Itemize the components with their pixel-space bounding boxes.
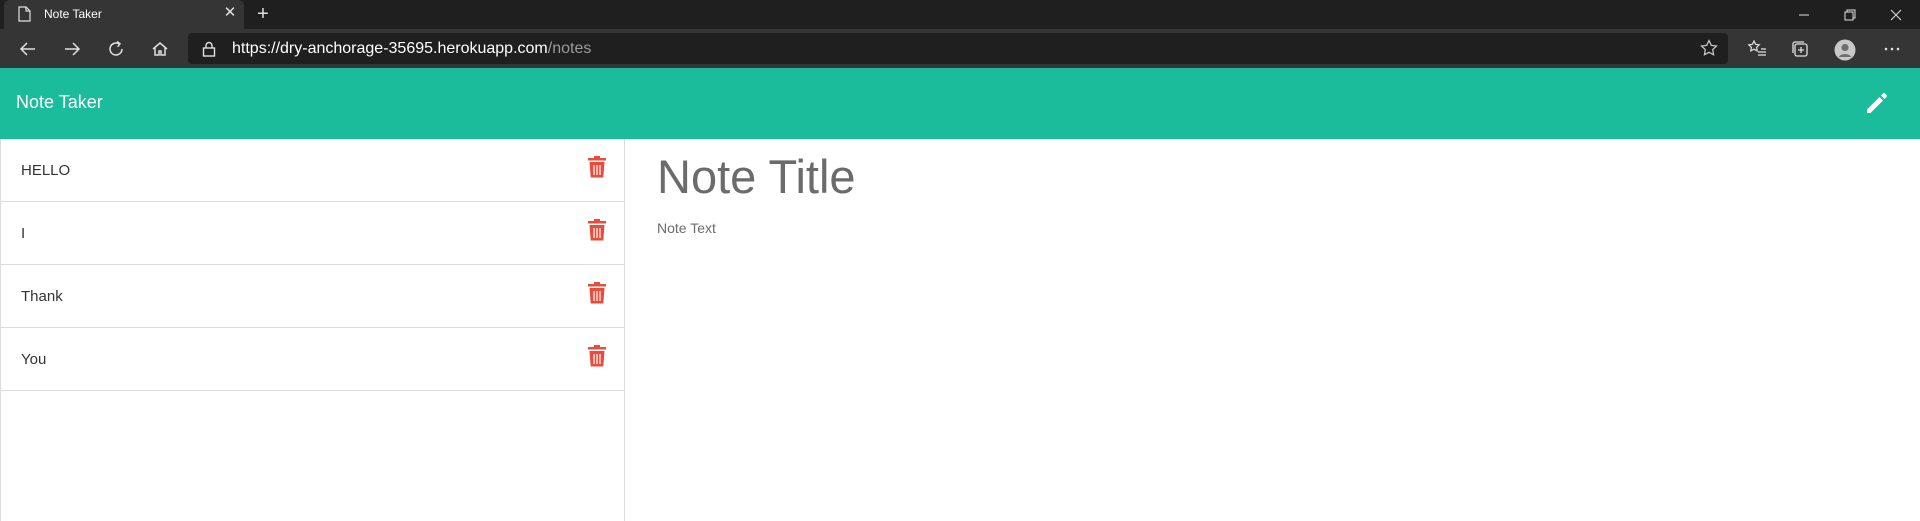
refresh-icon[interactable]	[104, 37, 128, 61]
home-icon[interactable]	[148, 37, 172, 61]
note-title-input[interactable]	[657, 149, 1857, 204]
more-options-icon[interactable]	[1880, 37, 1904, 61]
address-bar[interactable]: https://dry-anchorage-35695.herokuapp.co…	[188, 33, 1728, 64]
profile-avatar-icon[interactable]	[1832, 37, 1856, 61]
close-tab-icon[interactable]: ✕	[222, 5, 238, 21]
browser-toolbar: https://dry-anchorage-35695.herokuapp.co…	[0, 29, 1920, 68]
notes-list: HELLO I Thank You	[0, 139, 625, 521]
note-editor	[626, 139, 1920, 521]
back-icon[interactable]	[16, 37, 40, 61]
note-title[interactable]: Thank	[21, 288, 63, 305]
note-title[interactable]: HELLO	[21, 162, 70, 179]
note-title[interactable]: You	[21, 351, 46, 368]
close-window-icon[interactable]	[1873, 0, 1919, 29]
collections-icon[interactable]	[1788, 37, 1812, 61]
url-host: https://dry-anchorage-35695.herokuapp.co…	[232, 40, 548, 57]
trash-icon[interactable]	[588, 282, 606, 304]
app-title[interactable]: Note Taker	[16, 92, 103, 113]
restore-icon[interactable]	[1827, 0, 1873, 29]
new-tab-icon[interactable]: +	[252, 3, 274, 25]
favorites-icon[interactable]	[1745, 37, 1769, 61]
trash-icon[interactable]	[588, 219, 606, 241]
trash-icon[interactable]	[588, 345, 606, 367]
list-item[interactable]: I	[1, 202, 624, 265]
forward-icon[interactable]	[60, 37, 84, 61]
note-text-input[interactable]	[657, 220, 1857, 500]
lock-icon[interactable]	[202, 41, 216, 62]
page-icon	[18, 6, 31, 22]
url-text: https://dry-anchorage-35695.herokuapp.co…	[232, 40, 591, 58]
browser-titlebar: Note Taker ✕ +	[0, 0, 1920, 29]
url-path: /notes	[547, 40, 592, 57]
list-item[interactable]: HELLO	[1, 139, 624, 202]
tab-title: Note Taker	[44, 7, 102, 21]
trash-icon[interactable]	[588, 156, 606, 178]
note-title[interactable]: I	[21, 225, 25, 242]
list-item[interactable]: You	[1, 328, 624, 391]
minimize-icon[interactable]	[1781, 0, 1827, 29]
pencil-icon[interactable]	[1864, 90, 1890, 116]
favorite-star-icon[interactable]	[1700, 39, 1718, 62]
browser-tab[interactable]: Note Taker ✕	[4, 0, 244, 29]
app-header: Note Taker	[0, 68, 1920, 139]
list-item[interactable]: Thank	[1, 265, 624, 328]
